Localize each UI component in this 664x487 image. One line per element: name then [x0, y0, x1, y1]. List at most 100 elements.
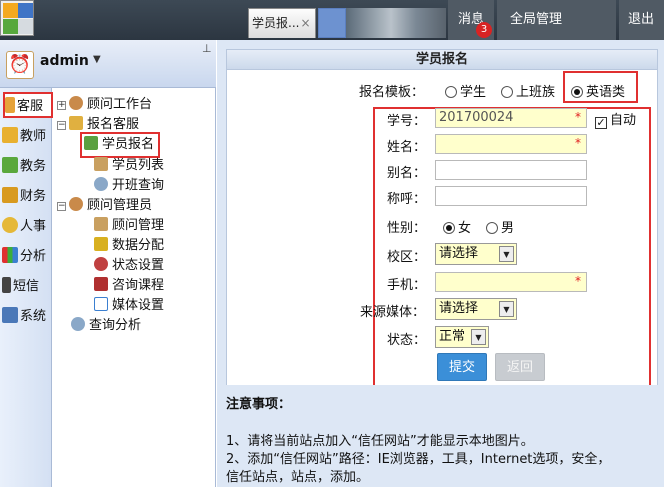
- pin-icon[interactable]: ⊥: [202, 42, 212, 55]
- phone-label: 手机：: [387, 278, 427, 293]
- name-label: 姓名：: [387, 140, 427, 155]
- chevron-down-icon: ▼: [471, 329, 486, 345]
- navigation-tree: + 顾问工作台 − 报名客服 学员报名 学员列表 开班查询 − 顾问管理员 顾问管理 …: [53, 88, 216, 487]
- banner-image: [346, 8, 446, 38]
- alias-input[interactable]: [435, 160, 587, 180]
- campus-label: 校区：: [387, 250, 427, 265]
- alias-label: 别名：: [387, 166, 427, 181]
- gender-female-radio[interactable]: 女: [443, 217, 471, 236]
- pencil-icon: [5, 97, 15, 113]
- notes-title: 注意事项：: [226, 397, 292, 412]
- book-icon: [94, 277, 108, 291]
- chevron-down-icon: ▼: [499, 301, 514, 317]
- submit-button[interactable]: 提交: [437, 353, 487, 381]
- tab-placeholder[interactable]: [318, 8, 346, 38]
- app-logo-icon[interactable]: [0, 0, 34, 36]
- finance-icon: [2, 187, 18, 203]
- collapse-minus-icon[interactable]: −: [57, 202, 66, 211]
- avatar[interactable]: ⏰: [6, 51, 34, 79]
- tree-node-advisor-admin[interactable]: − 顾问管理员: [57, 196, 152, 216]
- module-hr[interactable]: 人事: [2, 214, 52, 240]
- tree-node-advisor-workbench[interactable]: + 顾问工作台: [57, 95, 152, 115]
- radio-icon: [445, 86, 457, 98]
- module-finance[interactable]: 财务: [2, 184, 52, 210]
- note-line-3: 信任站点，站点，添加。: [226, 470, 370, 485]
- tab-label: 学员报...: [252, 16, 300, 30]
- module-academic[interactable]: 教务: [2, 154, 52, 180]
- collapse-minus-icon[interactable]: −: [57, 121, 66, 130]
- template-english-radio[interactable]: 英语类: [571, 81, 625, 100]
- system-icon: [2, 307, 18, 323]
- campus-select[interactable]: 请选择 ▼: [435, 243, 517, 265]
- user-icon: [69, 197, 83, 211]
- users-icon: [94, 217, 108, 231]
- tab-close-icon[interactable]: ×: [300, 16, 310, 30]
- student-no-input[interactable]: 201700024: [435, 108, 587, 128]
- message-count-badge: 3: [476, 22, 492, 38]
- module-teacher[interactable]: 教师: [2, 124, 52, 150]
- back-button[interactable]: 返回: [495, 353, 545, 381]
- source-media-select[interactable]: 请选择 ▼: [435, 298, 517, 320]
- phone-icon: [2, 277, 11, 293]
- search-icon: [71, 317, 85, 331]
- template-student-radio[interactable]: 学生: [445, 81, 486, 100]
- module-system[interactable]: 系统: [2, 304, 52, 330]
- academic-icon: [2, 157, 18, 173]
- status-select[interactable]: 正常 ▼: [435, 326, 489, 348]
- exit-button[interactable]: 退出: [619, 0, 664, 40]
- template-worker-radio[interactable]: 上班族: [501, 81, 555, 100]
- source-media-label: 来源媒体：: [360, 305, 426, 320]
- tree-node-student-enrollment[interactable]: 学员报名: [80, 132, 161, 158]
- notes-section: 注意事项： 1、请将当前站点加入“信任网站”才能显示本地图片。 2、添加“信任网…: [217, 385, 664, 487]
- chevron-down-icon: ▼: [499, 246, 514, 262]
- expand-plus-icon[interactable]: +: [57, 101, 66, 110]
- tree-node-student-list[interactable]: 学员列表: [94, 156, 164, 176]
- tree-node-query-analysis[interactable]: 查询分析: [71, 316, 141, 336]
- tree-node-advisor-management[interactable]: 顾问管理: [94, 216, 164, 236]
- tree-node-consulting-courses[interactable]: 咨询课程: [94, 276, 164, 296]
- name-input[interactable]: [435, 134, 587, 154]
- radio-icon: [486, 222, 498, 234]
- hr-icon: [2, 217, 18, 233]
- chart-icon: [2, 247, 18, 263]
- module-menu: 客服 教师 教务 财务 人事 分析 短信 系统: [0, 88, 53, 487]
- salutation-label: 称呼：: [387, 192, 427, 207]
- media-icon: [94, 297, 108, 311]
- module-analysis[interactable]: 分析: [2, 244, 52, 270]
- tree-node-status-settings[interactable]: 状态设置: [94, 256, 164, 276]
- salutation-input[interactable]: [435, 186, 587, 206]
- user-panel: ⏰ admin ▼ ⊥: [0, 40, 216, 88]
- data-icon: [94, 237, 108, 251]
- folder-icon: [69, 116, 83, 130]
- module-sms[interactable]: 短信: [2, 274, 52, 300]
- tree-node-class-query[interactable]: 开班查询: [94, 176, 164, 196]
- auto-checkbox[interactable]: ✓ 自动: [595, 109, 636, 129]
- settings-icon: [94, 257, 108, 271]
- template-label: 报名模板：: [359, 85, 425, 100]
- top-bar: 学员报...× 消息 3 全局管理 退出: [0, 0, 664, 40]
- phone-input[interactable]: [435, 272, 587, 292]
- required-mark: *: [575, 136, 581, 150]
- student-no-label: 学号：: [387, 114, 427, 129]
- checkbox-checked-icon: ✓: [595, 116, 607, 129]
- module-customer-service[interactable]: 客服: [3, 92, 53, 118]
- note-line-1: 1、请将当前站点加入“信任网站”才能显示本地图片。: [226, 434, 534, 449]
- note-line-2: 2、添加“信任网站”路径：IE浏览器，工具，Internet选项，安全，: [226, 452, 611, 467]
- username[interactable]: admin: [40, 53, 89, 69]
- status-label: 状态：: [387, 333, 427, 348]
- gender-male-radio[interactable]: 男: [486, 217, 514, 236]
- main-content: 学员报名 报名模板： 学生 上班族 英语类 学号： 201700024 * ✓ 自…: [217, 40, 664, 487]
- radio-selected-icon: [443, 222, 455, 234]
- required-mark: *: [575, 110, 581, 124]
- panel-title: 学员报名: [227, 50, 657, 70]
- users-icon: [94, 157, 108, 171]
- teacher-icon: [2, 127, 18, 143]
- tree-node-data-allocation[interactable]: 数据分配: [94, 236, 164, 256]
- global-management-button[interactable]: 全局管理: [497, 0, 616, 40]
- radio-icon: [501, 86, 513, 98]
- tree-node-media-settings[interactable]: 媒体设置: [94, 296, 164, 316]
- chevron-down-icon[interactable]: ▼: [93, 54, 101, 65]
- radio-selected-icon: [571, 86, 583, 98]
- required-mark: *: [575, 274, 581, 288]
- tab-student-enrollment[interactable]: 学员报...×: [248, 8, 316, 38]
